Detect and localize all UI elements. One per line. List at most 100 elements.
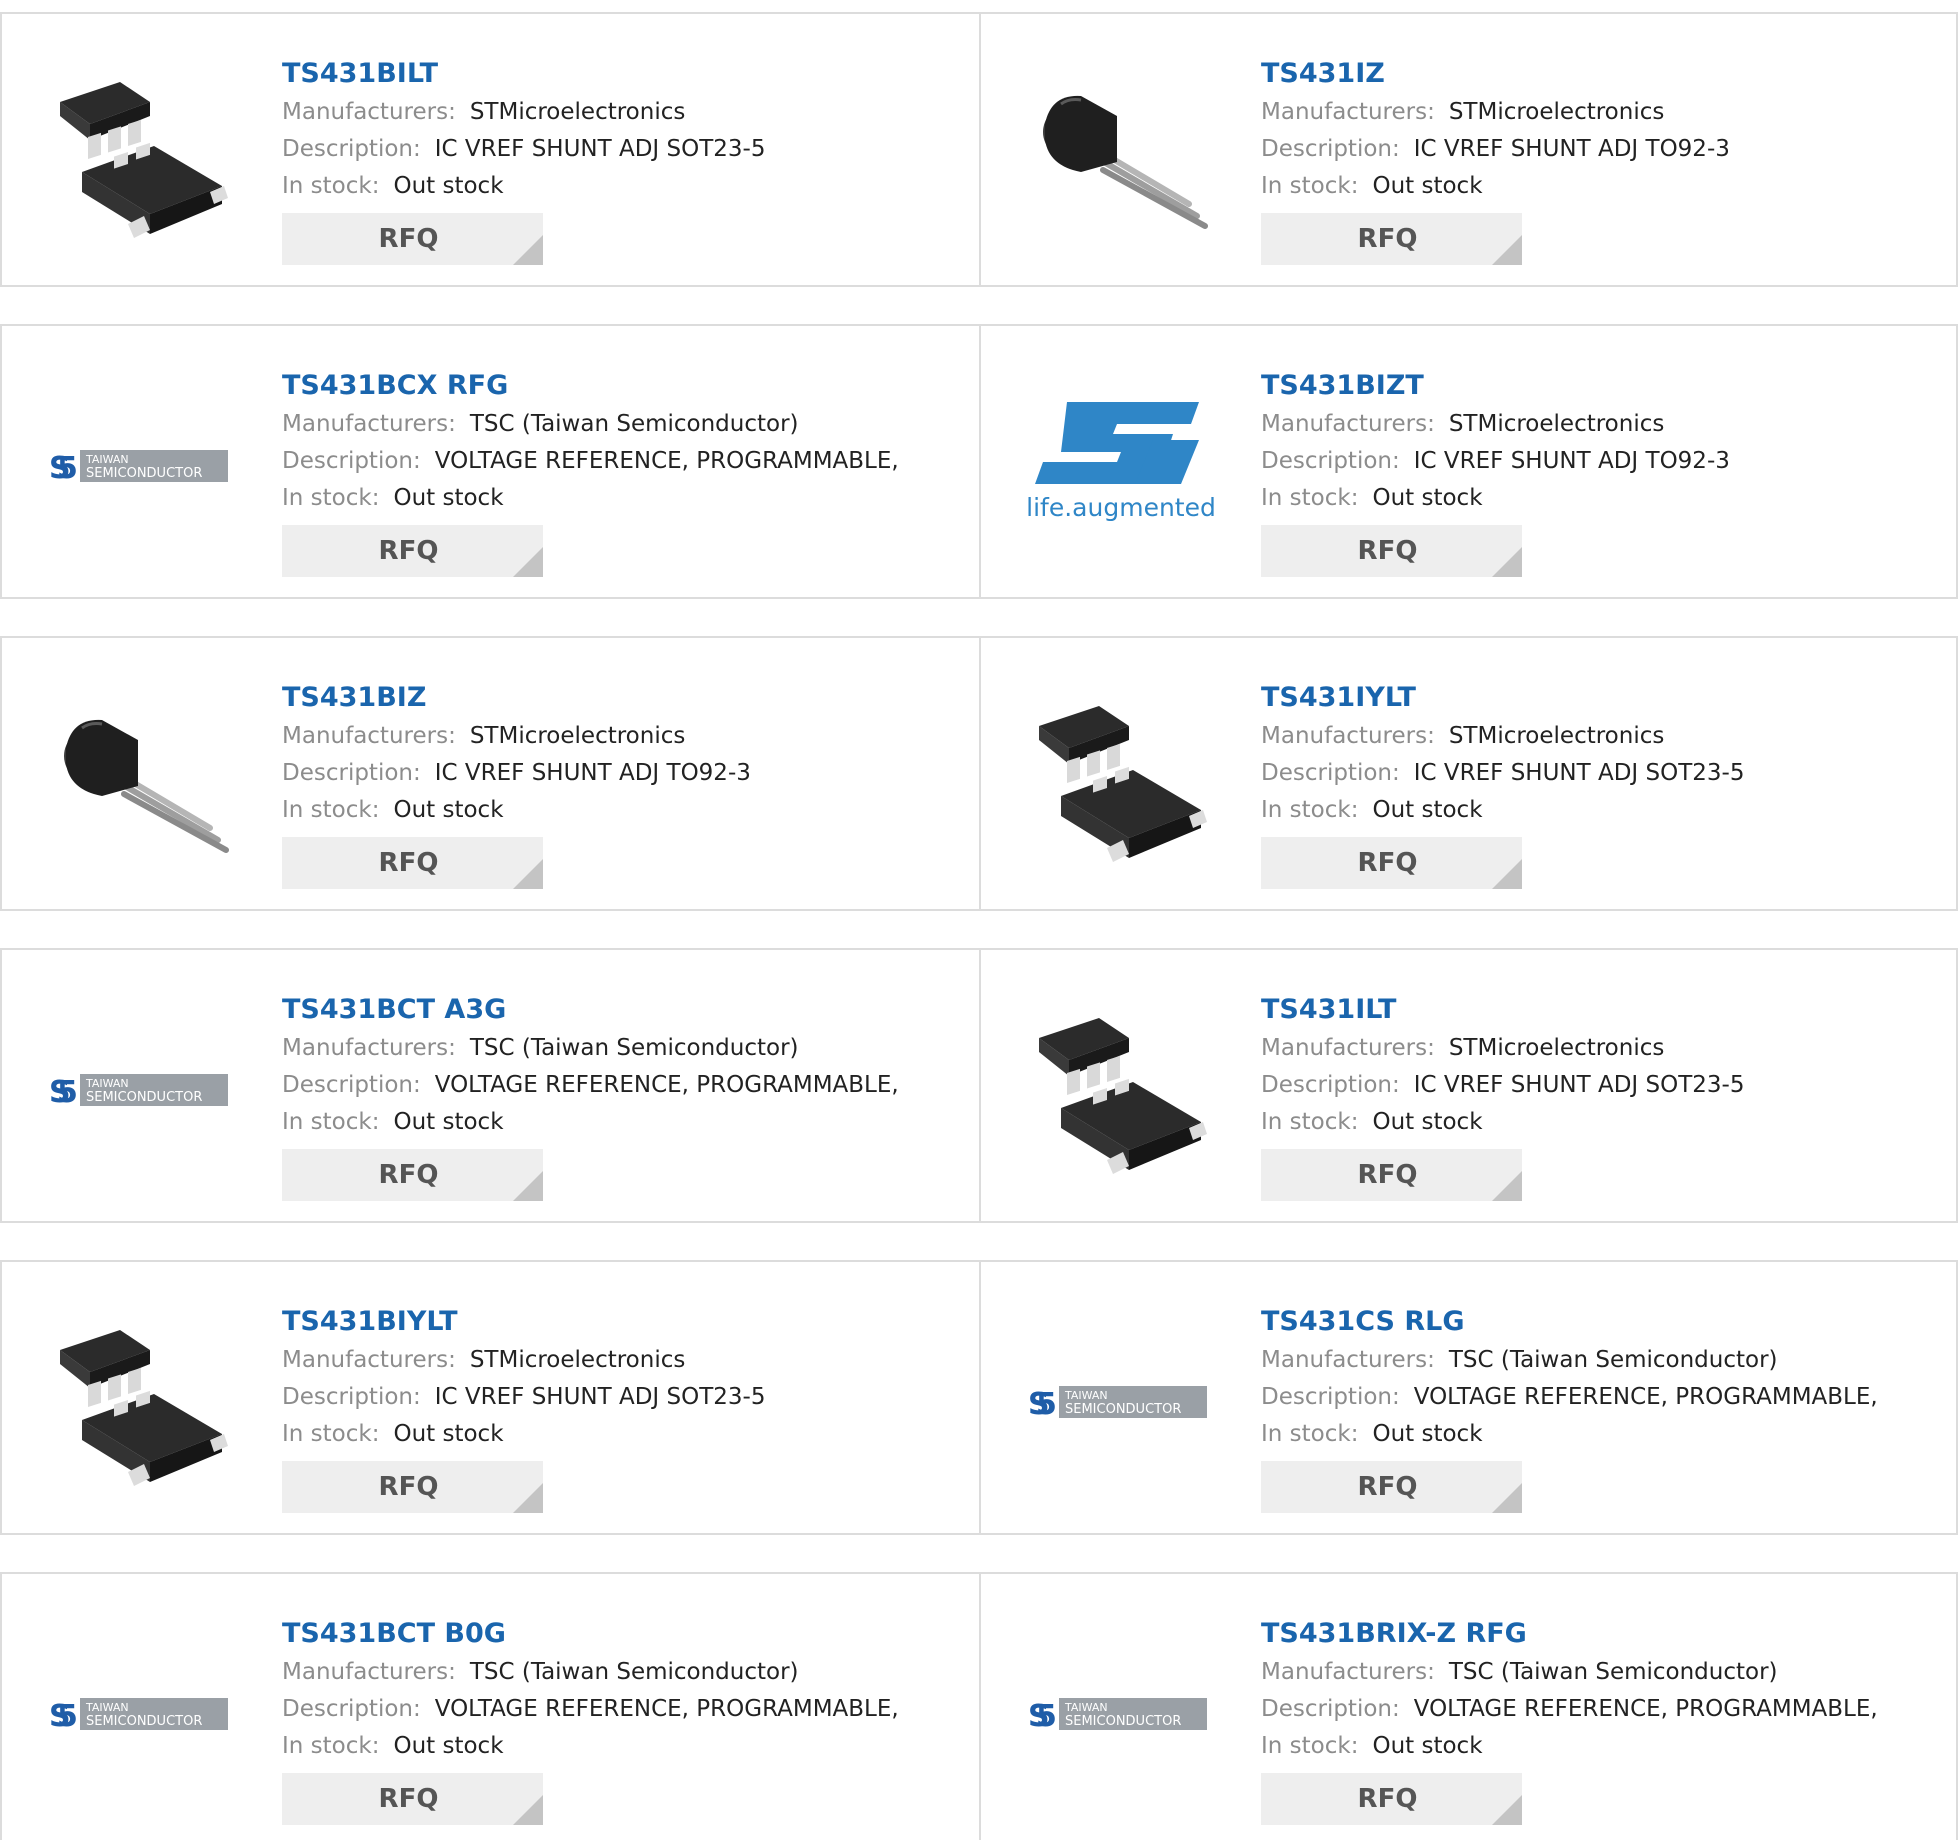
stock-value: Out stock: [1372, 1109, 1483, 1135]
part-number-link[interactable]: TS431BIZ: [282, 678, 751, 718]
st-logo-image[interactable]: life.augmented: [1021, 366, 1221, 566]
manufacturer-value: STMicroelectronics: [469, 1347, 686, 1373]
stock-label: In stock:: [1261, 485, 1359, 511]
description-value: IC VREF SHUNT ADJ SOT23-5: [434, 136, 766, 162]
product-row: TS431BIYLT Manufacturers: STMicroelectroni…: [0, 1260, 1958, 1535]
stock-line: In stock: Out stock: [1261, 1416, 1878, 1453]
description-line: Description: IC VREF SHUNT ADJ SOT23-5: [282, 131, 765, 168]
manufacturer-line: Manufacturers: TSC (Taiwan Semiconductor): [1261, 1342, 1878, 1379]
svg-text:TAIWAN: TAIWAN: [1064, 1389, 1108, 1402]
manufacturer-value: STMicroelectronics: [1448, 1035, 1665, 1061]
manufacturer-value: TSC (Taiwan Semiconductor): [469, 1659, 799, 1685]
rfq-button[interactable]: RFQ: [1261, 213, 1522, 265]
manufacturer-label: Manufacturers:: [1261, 723, 1435, 749]
description-label: Description:: [1261, 448, 1400, 474]
product-card: S 5 TAIWAN SEMICONDUCTOR TS431BCT A3G Man…: [2, 950, 979, 1221]
description-line: Description: VOLTAGE REFERENCE, PROGRAMMA…: [282, 1067, 899, 1104]
product-info: TS431BILT Manufacturers: STMicroelectronic…: [282, 54, 765, 265]
description-label: Description:: [282, 1072, 421, 1098]
product-info: TS431BIYLT Manufacturers: STMicroelectroni…: [282, 1302, 765, 1513]
sot23-5-package-image[interactable]: [1021, 678, 1221, 878]
rfq-button[interactable]: RFQ: [282, 1461, 543, 1513]
part-number-link[interactable]: TS431IYLT: [1261, 678, 1744, 718]
to92-package-image[interactable]: [42, 678, 242, 878]
stock-value: Out stock: [393, 1421, 504, 1447]
manufacturer-value: TSC (Taiwan Semiconductor): [469, 1035, 799, 1061]
rfq-label: RFQ: [378, 224, 439, 254]
rfq-button[interactable]: RFQ: [1261, 837, 1522, 889]
product-card: TS431IZ Manufacturers: STMicroelectronics D…: [979, 14, 1956, 285]
description-label: Description:: [1261, 1696, 1400, 1722]
part-number-link[interactable]: TS431BRIX-Z RFG: [1261, 1614, 1878, 1654]
stock-value: Out stock: [393, 173, 504, 199]
stock-label: In stock:: [282, 173, 380, 199]
manufacturer-line: Manufacturers: STMicroelectronics: [1261, 94, 1730, 131]
rfq-label: RFQ: [1357, 536, 1418, 566]
svg-text:TAIWAN: TAIWAN: [85, 1077, 129, 1090]
rfq-button[interactable]: RFQ: [1261, 525, 1522, 577]
description-label: Description:: [282, 136, 421, 162]
stock-label: In stock:: [282, 1109, 380, 1135]
stock-value: Out stock: [393, 485, 504, 511]
sot23-5-package-image[interactable]: [42, 1302, 242, 1502]
description-label: Description:: [282, 760, 421, 786]
svg-text:5: 5: [1036, 1387, 1057, 1422]
stock-value: Out stock: [1372, 173, 1483, 199]
stock-label: In stock:: [1261, 797, 1359, 823]
product-info: TS431BCX RFG Manufacturers: TSC (Taiwan Se…: [282, 366, 899, 577]
rfq-button[interactable]: RFQ: [1261, 1461, 1522, 1513]
stock-value: Out stock: [393, 1733, 504, 1759]
to92-package-image[interactable]: [1021, 54, 1221, 254]
rfq-label: RFQ: [1357, 1160, 1418, 1190]
product-info: TS431IYLT Manufacturers: STMicroelectronic…: [1261, 678, 1744, 889]
product-row: S 5 TAIWAN SEMICONDUCTOR TS431BCX RFG Man…: [0, 324, 1958, 599]
description-value: IC VREF SHUNT ADJ TO92-3: [434, 760, 751, 786]
taiwan-semiconductor-logo-image[interactable]: S 5 TAIWAN SEMICONDUCTOR: [1021, 1302, 1221, 1502]
sot23-5-package-image[interactable]: [42, 54, 242, 254]
part-number-link[interactable]: TS431BIYLT: [282, 1302, 765, 1342]
part-number-link[interactable]: TS431BILT: [282, 54, 765, 94]
description-line: Description: VOLTAGE REFERENCE, PROGRAMMA…: [1261, 1691, 1878, 1728]
stock-value: Out stock: [393, 797, 504, 823]
description-label: Description:: [1261, 1384, 1400, 1410]
product-info: TS431ILT Manufacturers: STMicroelectronics…: [1261, 990, 1744, 1201]
stock-label: In stock:: [282, 1733, 380, 1759]
rfq-button[interactable]: RFQ: [282, 837, 543, 889]
manufacturer-label: Manufacturers:: [1261, 1035, 1435, 1061]
taiwan-semiconductor-logo-image[interactable]: S 5 TAIWAN SEMICONDUCTOR: [42, 990, 242, 1190]
part-number-link[interactable]: TS431BCX RFG: [282, 366, 899, 406]
taiwan-semiconductor-logo-image[interactable]: S 5 TAIWAN SEMICONDUCTOR: [42, 366, 242, 566]
taiwan-semiconductor-logo-image[interactable]: S 5 TAIWAN SEMICONDUCTOR: [42, 1614, 242, 1814]
manufacturer-label: Manufacturers:: [282, 99, 456, 125]
part-number-link[interactable]: TS431BCT B0G: [282, 1614, 899, 1654]
manufacturer-line: Manufacturers: TSC (Taiwan Semiconductor): [282, 1654, 899, 1691]
stock-value: Out stock: [1372, 485, 1483, 511]
part-number-link[interactable]: TS431IZ: [1261, 54, 1730, 94]
rfq-label: RFQ: [378, 1160, 439, 1190]
rfq-label: RFQ: [1357, 1472, 1418, 1502]
manufacturer-value: TSC (Taiwan Semiconductor): [469, 411, 799, 437]
svg-text:TAIWAN: TAIWAN: [1064, 1701, 1108, 1714]
corner-triangle-icon: [513, 547, 543, 577]
rfq-button[interactable]: RFQ: [282, 1149, 543, 1201]
part-number-link[interactable]: TS431BIZT: [1261, 366, 1730, 406]
rfq-button[interactable]: RFQ: [282, 213, 543, 265]
rfq-button[interactable]: RFQ: [1261, 1773, 1522, 1825]
sot23-5-package-image[interactable]: [1021, 990, 1221, 1190]
svg-text:SEMICONDUCTOR: SEMICONDUCTOR: [86, 1090, 202, 1105]
part-number-link[interactable]: TS431CS RLG: [1261, 1302, 1878, 1342]
product-card: TS431BIZ Manufacturers: STMicroelectronics…: [2, 638, 979, 909]
part-number-link[interactable]: TS431BCT A3G: [282, 990, 899, 1030]
corner-triangle-icon: [1492, 859, 1522, 889]
stock-line: In stock: Out stock: [282, 792, 751, 829]
part-number-link[interactable]: TS431ILT: [1261, 990, 1744, 1030]
corner-triangle-icon: [513, 1483, 543, 1513]
description-line: Description: VOLTAGE REFERENCE, PROGRAMMA…: [282, 1691, 899, 1728]
rfq-button[interactable]: RFQ: [282, 525, 543, 577]
rfq-button[interactable]: RFQ: [282, 1773, 543, 1825]
rfq-button[interactable]: RFQ: [1261, 1149, 1522, 1201]
product-card: S 5 TAIWAN SEMICONDUCTOR TS431BRIX-Z RFG…: [979, 1574, 1956, 1840]
product-info: TS431CS RLG Manufacturers: TSC (Taiwan Sem…: [1261, 1302, 1878, 1513]
description-line: Description: IC VREF SHUNT ADJ TO92-3: [1261, 131, 1730, 168]
taiwan-semiconductor-logo-image[interactable]: S 5 TAIWAN SEMICONDUCTOR: [1021, 1614, 1221, 1814]
